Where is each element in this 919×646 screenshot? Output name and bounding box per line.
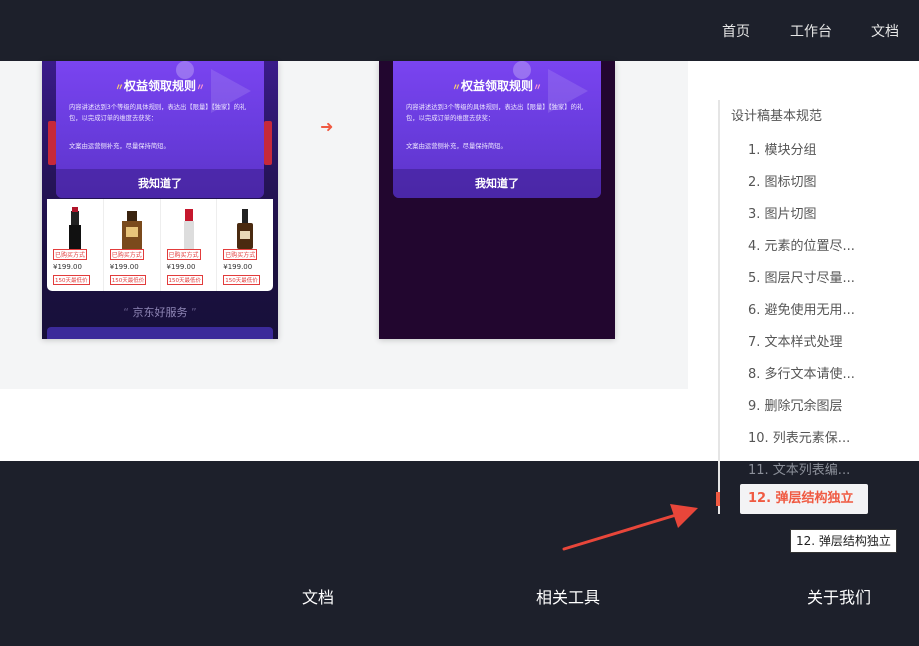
popup-confirm-button[interactable]: 我知道了 <box>56 169 264 198</box>
toc-item[interactable]: 6. 避免使用无用... <box>748 299 855 318</box>
after-phone-mockup: 〃权益领取规则〃 内容讲述达到3个等级的具体规则，表达出【限量】【独家】的礼包，… <box>379 61 615 339</box>
footer-docs-link[interactable]: 文档 <box>302 584 334 608</box>
toc-heading[interactable]: 设计稿基本规范 <box>731 105 822 124</box>
toc-item[interactable]: 3. 图片切图 <box>748 203 817 222</box>
popup-note: 文案由运营侧补充，尽量保持简短。 <box>69 143 170 150</box>
product-price: ¥199.00 <box>223 263 253 271</box>
promo-tag: 已购买方式 <box>109 249 144 260</box>
toc-active-marker <box>716 492 720 506</box>
section-title: “ 京东好服务 ” <box>123 306 197 319</box>
popup-body: 内容讲述达到3个等级的具体规则，表达出【限量】【独家】的礼包，以完成订单的维度去… <box>406 104 584 122</box>
product-price: ¥199.00 <box>53 263 82 271</box>
popup-title: 〃权益领取规则〃 <box>451 79 543 93</box>
promo-tag: 已购买方式 <box>166 249 201 260</box>
lipstick-image <box>183 209 194 249</box>
toc-track <box>718 100 720 514</box>
product-price: ¥199.00 <box>166 263 196 271</box>
toc-item-active[interactable]: 12. 弹层结构独立 <box>740 484 868 514</box>
price-note: 150天最低价 <box>223 275 260 285</box>
popup-body: 内容讲述达到3个等级的具体规则，表达出【限量】【独家】的礼包，以完成订单的维度去… <box>69 104 247 122</box>
product-card: 已购买方式 ¥199.00 150天最低价 <box>47 199 104 291</box>
nav-docs-link[interactable]: 文档 <box>871 0 899 61</box>
rules-popup: 〃权益领取规则〃 内容讲述达到3个等级的具体规则，表达出【限量】【独家】的礼包，… <box>393 61 601 198</box>
product-price: ¥199.00 <box>109 263 139 271</box>
promo-tag: 已购买方式 <box>223 249 258 260</box>
banner-edge <box>48 121 56 165</box>
toc-item[interactable]: 2. 图标切图 <box>748 171 817 190</box>
toc-item[interactable]: 1. 模块分组 <box>748 139 817 158</box>
rules-popup: 〃权益领取规则〃 内容讲述达到3个等级的具体规则，表达出【限量】【独家】的礼包，… <box>56 61 264 198</box>
toc-item[interactable]: 10. 列表元素保... <box>748 427 850 446</box>
lipstick-image <box>69 207 81 249</box>
footer-about-link[interactable]: 关于我们 <box>807 584 871 608</box>
promo-tag: 已购买方式 <box>53 249 88 260</box>
popup-confirm-button[interactable]: 我知道了 <box>393 169 601 198</box>
perfume-image <box>121 211 142 249</box>
toc-item[interactable]: 9. 删除冗余图层 <box>748 395 843 414</box>
popup-note: 文案由运营侧补充，尽量保持简短。 <box>406 143 507 150</box>
toc-item[interactable]: 7. 文本样式处理 <box>748 331 843 350</box>
popup-title: 〃权益领取规则〃 <box>114 79 206 93</box>
banner-edge <box>264 121 272 165</box>
arrow-right-icon: ➜ <box>320 117 334 136</box>
price-note: 150天最低价 <box>166 275 203 285</box>
product-card: 已购买方式 ¥199.00 150天最低价 <box>104 199 161 291</box>
product-list: 已购买方式 ¥199.00 150天最低价 已购买方式 ¥199.00 150天… <box>47 199 273 291</box>
before-phone-mockup: 已购买方式 ¥199.00 150天最低价 已购买方式 ¥199.00 150天… <box>42 61 278 339</box>
toc-item[interactable]: 11. 文本列表编... <box>748 459 850 478</box>
footer-tools-link[interactable]: 相关工具 <box>536 584 600 608</box>
tooltip: 12. 弹层结构独立 <box>790 529 897 553</box>
annotation-arrow-icon <box>562 504 698 551</box>
price-note: 150天最低价 <box>53 275 90 285</box>
toc-item[interactable]: 4. 元素的位置尽... <box>748 235 855 254</box>
nav-workbench-link[interactable]: 工作台 <box>790 0 832 61</box>
price-note: 150天最低价 <box>109 275 147 285</box>
product-card: 已购买方式 ¥199.00 150天最低价 <box>217 199 273 291</box>
toc-item[interactable]: 5. 图层尺寸尽量... <box>748 267 855 286</box>
service-banner <box>47 327 273 339</box>
product-card: 已购买方式 ¥199.00 150天最低价 <box>161 199 218 291</box>
toc-item[interactable]: 8. 多行文本请使... <box>748 363 855 382</box>
nav-home-link[interactable]: 首页 <box>722 0 750 61</box>
serum-bottle-image <box>237 209 254 249</box>
top-navigation-bar <box>0 0 919 61</box>
